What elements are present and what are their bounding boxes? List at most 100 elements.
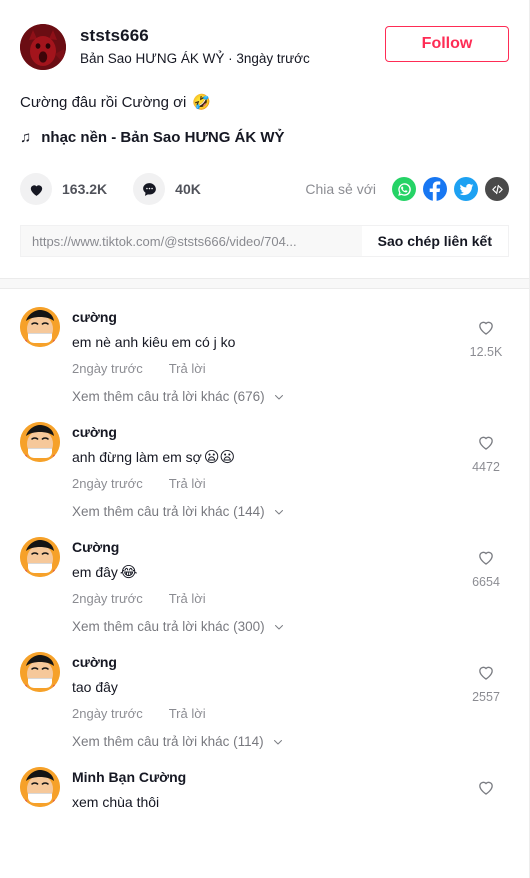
comment-meta: 2ngày trước Trả lời xyxy=(72,591,453,606)
embed-code-share-icon[interactable] xyxy=(485,177,509,201)
comment-item: Cường em đây 😂 2ngày trước Trả lời 6654 xyxy=(20,519,509,634)
music-link[interactable]: ♫ nhạc nền - Bản Sao HƯNG ÁK WỶ xyxy=(20,129,509,146)
author-row: ststs666 Bản Sao HƯNG ÁK WỶ · 3ngày trướ… xyxy=(20,24,509,70)
rofl-emoji: 🤣 xyxy=(192,94,212,111)
comment-like-button[interactable]: 6654 xyxy=(463,547,509,589)
comment-emoji: 😦😦 xyxy=(203,448,236,466)
author-username[interactable]: ststs666 xyxy=(80,25,385,46)
comment-body: cường tao đây 2ngày trước Trả lời xyxy=(72,652,509,721)
comment-text: em đây xyxy=(72,564,118,580)
view-more-replies-label: Xem thêm câu trả lời khác (144) xyxy=(72,504,265,519)
comment-text-row: em nè anh kiêu em có j ko xyxy=(72,332,453,352)
music-title: nhạc nền - Bản Sao HƯNG ÁK WỶ xyxy=(41,129,285,146)
comment-body: cường anh đừng làm em sợ 😦😦 2ngày trước … xyxy=(72,422,509,491)
reply-button[interactable]: Trả lời xyxy=(169,706,206,721)
post-caption: Cường đâu rồi Cường ơi 🤣 xyxy=(20,92,509,113)
copy-link-row: https://www.tiktok.com/@ststs666/video/7… xyxy=(20,225,509,257)
author-meta: ststs666 Bản Sao HƯNG ÁK WỶ · 3ngày trướ… xyxy=(80,24,385,68)
comment-count: 40K xyxy=(175,181,201,197)
chevron-down-icon xyxy=(273,391,285,403)
heart-icon xyxy=(20,173,52,205)
commenter-avatar[interactable] xyxy=(20,652,60,692)
comment-text: anh đừng làm em sợ xyxy=(72,449,202,465)
commenter-avatar[interactable] xyxy=(20,307,60,347)
comment-timestamp: 2ngày trước xyxy=(72,361,143,376)
commenter-avatar[interactable] xyxy=(20,767,60,807)
chevron-down-icon xyxy=(273,506,285,518)
view-more-replies-label: Xem thêm câu trả lời khác (676) xyxy=(72,389,265,404)
comment-text: xem chùa thôi xyxy=(72,794,160,810)
share-label: Chia sẻ với xyxy=(305,181,376,197)
reply-button[interactable]: Trả lời xyxy=(169,476,206,491)
caption-text: Cường đâu rồi Cường ơi xyxy=(20,94,187,111)
comment-like-count: 6654 xyxy=(472,575,500,589)
comment-text-row: tao đây xyxy=(72,677,453,697)
commenter-name[interactable]: Minh Bạn Cường xyxy=(72,767,453,787)
view-more-replies-button[interactable]: Xem thêm câu trả lời khác (114) xyxy=(72,734,509,749)
reply-button[interactable]: Trả lời xyxy=(169,591,206,606)
comment-item: cường tao đây 2ngày trước Trả lời 2557 X… xyxy=(20,634,509,749)
chevron-down-icon xyxy=(273,621,285,633)
comment-like-count: 2557 xyxy=(472,690,500,704)
comment-emoji: 😂 xyxy=(119,563,138,581)
heart-outline-icon xyxy=(479,781,493,795)
heart-outline-icon xyxy=(479,551,493,565)
comment-text-row: em đây 😂 xyxy=(72,562,453,582)
comment-timestamp: 2ngày trước xyxy=(72,706,143,721)
heart-outline-icon xyxy=(479,436,493,450)
comment-list: cường em nè anh kiêu em có j ko 2ngày tr… xyxy=(0,289,529,812)
music-note-icon: ♫ xyxy=(20,129,32,146)
comment-like-button[interactable]: 4472 xyxy=(463,432,509,474)
comment-text-row: xem chùa thôi xyxy=(72,792,453,812)
view-more-replies-label: Xem thêm câu trả lời khác (300) xyxy=(72,619,265,634)
comment-body: Cường em đây 😂 2ngày trước Trả lời xyxy=(72,537,509,606)
comment-item: Minh Bạn Cường xem chùa thôi xyxy=(20,749,509,812)
comment-like-count: 12.5K xyxy=(469,345,503,359)
like-count: 163.2K xyxy=(62,181,108,197)
commenter-name[interactable]: cường xyxy=(72,307,453,327)
follow-button[interactable]: Follow xyxy=(385,26,509,62)
comment-meta: 2ngày trước Trả lời xyxy=(72,476,453,491)
comment-timestamp: 2ngày trước xyxy=(72,591,143,606)
video-url-text[interactable]: https://www.tiktok.com/@ststs666/video/7… xyxy=(21,226,362,256)
comment-body: Minh Bạn Cường xem chùa thôi xyxy=(72,767,509,812)
view-more-replies-button[interactable]: Xem thêm câu trả lời khác (676) xyxy=(72,389,509,404)
comment-timestamp: 2ngày trước xyxy=(72,476,143,491)
reply-button[interactable]: Trả lời xyxy=(169,361,206,376)
section-divider xyxy=(0,278,529,289)
comment-body: cường em nè anh kiêu em có j ko 2ngày tr… xyxy=(72,307,509,376)
comment-item: cường em nè anh kiêu em có j ko 2ngày tr… xyxy=(20,289,509,404)
view-more-replies-label: Xem thêm câu trả lời khác (114) xyxy=(72,734,264,749)
author-subtitle: Bản Sao HƯNG ÁK WỶ · 3ngày trước xyxy=(80,51,310,66)
comment-bubble-icon xyxy=(133,173,166,205)
tiktok-video-detail-panel: ststs666 Bản Sao HƯNG ÁK WỶ · 3ngày trướ… xyxy=(0,0,530,878)
twitter-share-icon[interactable] xyxy=(454,177,478,201)
commenter-name[interactable]: cường xyxy=(72,652,453,672)
facebook-share-icon[interactable] xyxy=(423,177,447,201)
comment-like-button[interactable] xyxy=(463,777,509,802)
author-avatar[interactable] xyxy=(20,24,66,70)
comment-text: tao đây xyxy=(72,679,118,695)
comment-meta: 2ngày trước Trả lời xyxy=(72,706,453,721)
comment-like-button[interactable]: 2557 xyxy=(463,662,509,704)
commenter-name[interactable]: cường xyxy=(72,422,453,442)
commenter-avatar[interactable] xyxy=(20,537,60,577)
chevron-down-icon xyxy=(272,736,284,748)
comment-item: cường anh đừng làm em sợ 😦😦 2ngày trước … xyxy=(20,404,509,519)
heart-outline-icon xyxy=(479,321,493,335)
share-group: Chia sẻ với xyxy=(305,177,509,201)
comment-text: em nè anh kiêu em có j ko xyxy=(72,334,236,350)
comment-like-count: 4472 xyxy=(472,460,500,474)
heart-outline-icon xyxy=(479,666,493,680)
commenter-name[interactable]: Cường xyxy=(72,537,453,557)
view-more-replies-button[interactable]: Xem thêm câu trả lời khác (300) xyxy=(72,619,509,634)
copy-link-button[interactable]: Sao chép liên kết xyxy=(361,226,508,256)
comment-meta: 2ngày trước Trả lời xyxy=(72,361,453,376)
engagement-bar: 163.2K 40K Chia sẻ với xyxy=(20,173,509,205)
commenter-avatar[interactable] xyxy=(20,422,60,462)
whatsapp-share-icon[interactable] xyxy=(392,177,416,201)
like-stat[interactable]: 163.2K xyxy=(20,173,107,205)
comment-stat[interactable]: 40K xyxy=(133,173,201,205)
comment-like-button[interactable]: 12.5K xyxy=(463,317,509,359)
view-more-replies-button[interactable]: Xem thêm câu trả lời khác (144) xyxy=(72,504,509,519)
